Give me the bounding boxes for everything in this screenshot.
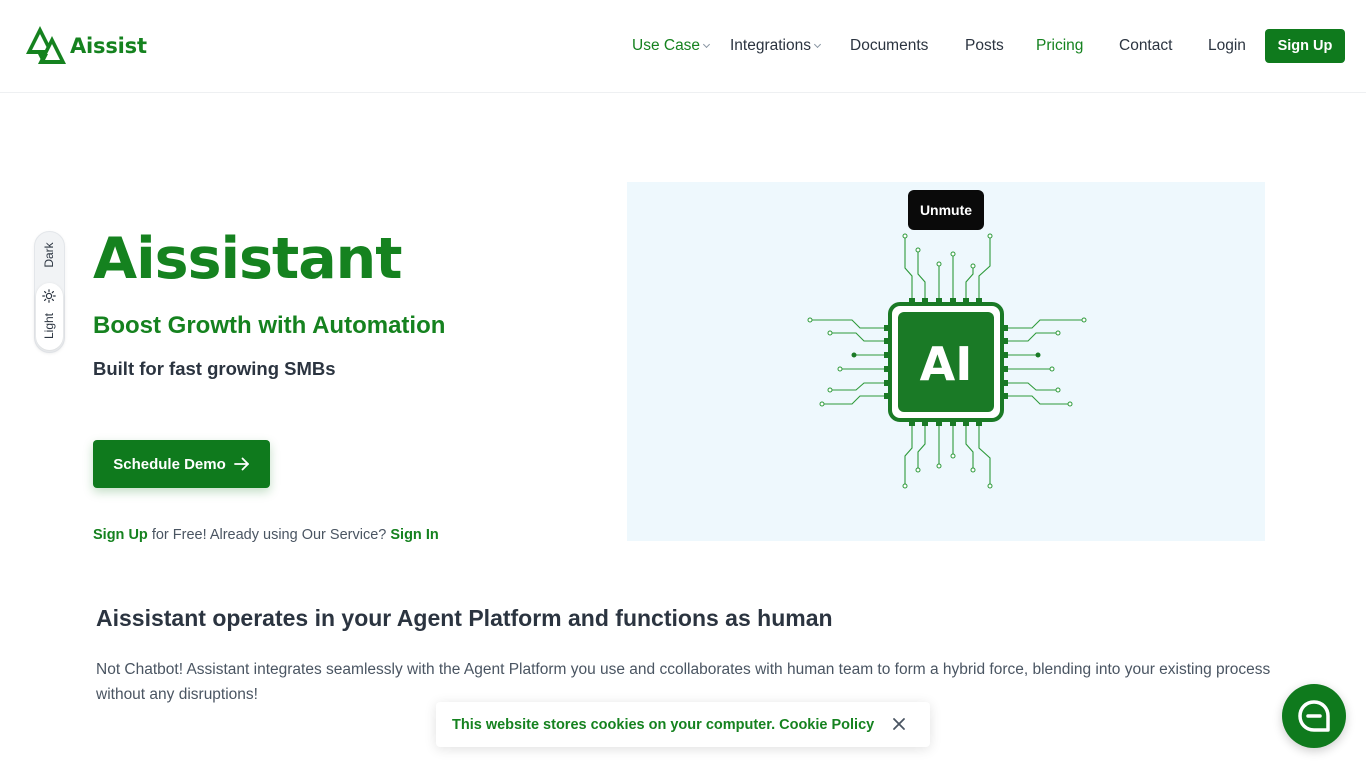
signup-link[interactable]: Sign Up <box>93 527 148 543</box>
chat-button[interactable] <box>1282 684 1346 748</box>
nav-item-login[interactable]: Login <box>1208 29 1246 63</box>
theme-toggle[interactable]: Dark Light <box>34 231 65 353</box>
site-header: Aissist Use Case Integrations Documents … <box>0 0 1366 93</box>
demo-button-label: Schedule Demo <box>113 455 226 473</box>
arrow-right-icon <box>233 457 249 471</box>
chat-icon <box>1298 700 1330 732</box>
theme-light-option[interactable]: Light <box>36 283 63 350</box>
nav-item-use-case[interactable]: Use Case <box>632 29 711 63</box>
section-description: Not Chatbot! Assistant integrates seamle… <box>96 661 1271 703</box>
nav-label: Documents <box>850 37 929 54</box>
chevron-down-icon <box>703 40 711 48</box>
nav-item-integrations[interactable]: Integrations <box>730 29 822 63</box>
cookie-policy-link[interactable]: Cookie Policy <box>779 717 874 733</box>
cookie-banner: This website stores cookies on your comp… <box>436 702 930 747</box>
chip-label: AI <box>920 337 973 391</box>
cookie-text: This website stores cookies on your comp… <box>452 716 776 733</box>
nav-item-documents[interactable]: Documents <box>850 29 928 63</box>
ai-chip-icon: AI <box>807 233 1087 489</box>
nav-label: Posts <box>965 37 1004 54</box>
logo-icon <box>26 26 66 64</box>
nav-label: Integrations <box>730 37 811 54</box>
hero-subtitle: Boost Growth with Automation <box>93 312 446 339</box>
brand-name: Aissist <box>70 34 147 58</box>
nav-label: Login <box>1208 37 1246 54</box>
nav-item-contact[interactable]: Contact <box>1119 29 1172 63</box>
close-icon[interactable] <box>891 716 907 732</box>
signup-signin-line: Sign Up for Free! Already using Our Serv… <box>93 527 439 543</box>
hero-title: Aissistant <box>93 226 403 292</box>
theme-dark-option[interactable]: Dark <box>42 237 56 273</box>
sun-icon <box>42 289 56 303</box>
signup-middle-text: for Free! Already using Our Service? <box>151 527 387 543</box>
hero-video[interactable]: Unmute AI <box>627 182 1265 541</box>
nav-item-pricing[interactable]: Pricing <box>1036 29 1083 63</box>
nav-label: Contact <box>1119 37 1173 54</box>
schedule-demo-button[interactable]: Schedule Demo <box>93 440 270 488</box>
theme-light-label: Light <box>42 312 56 340</box>
section-title: Aissistant operates in your Agent Platfo… <box>96 605 833 631</box>
nav-item-posts[interactable]: Posts <box>965 29 1004 63</box>
unmute-button[interactable]: Unmute <box>908 190 984 230</box>
nav-label: Pricing <box>1036 37 1084 54</box>
brand-logo[interactable]: Aissist <box>26 24 147 68</box>
chevron-down-icon <box>813 40 822 48</box>
nav-label: Use Case <box>632 37 701 54</box>
signin-link[interactable]: Sign In <box>390 527 438 543</box>
hero-tagline: Built for fast growing SMBs <box>93 358 336 379</box>
signup-button[interactable]: Sign Up <box>1265 29 1345 63</box>
